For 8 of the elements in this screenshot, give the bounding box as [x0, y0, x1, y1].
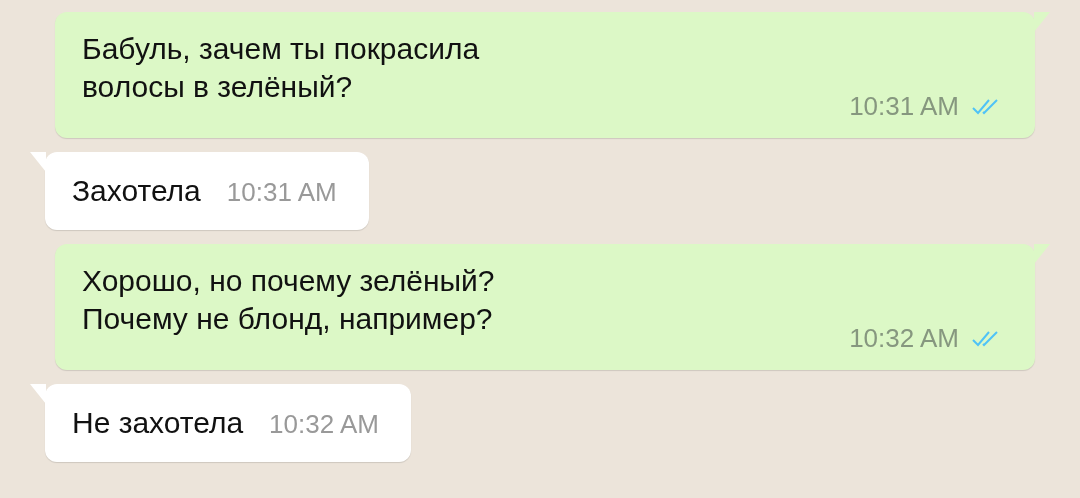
message-text: Захотела: [72, 174, 201, 208]
message-text: Не захотела: [72, 406, 244, 440]
message-time: 10:31 AM: [226, 177, 337, 208]
message-time: 10:32 AM: [269, 409, 379, 440]
message-text: Хорошо, но почему зелёный? Почему не блонд, например?: [82, 263, 495, 337]
message-text: Бабуль, зачем ты покрасила волосы в зелёный?: [82, 31, 480, 105]
message-time: 10:31 AM: [849, 91, 959, 122]
message-time: 10:32 AM: [849, 323, 959, 354]
